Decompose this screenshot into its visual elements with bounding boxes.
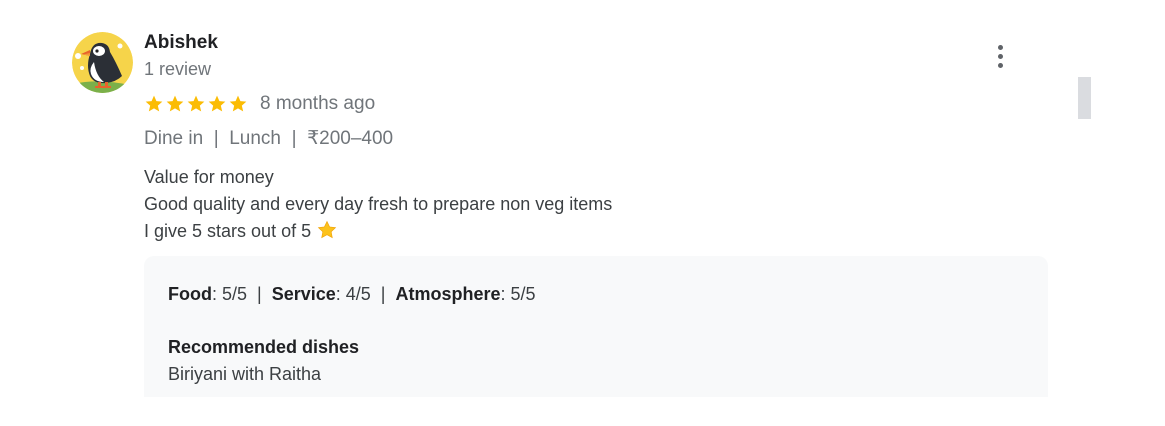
review-details-panel: Food: 5/5 | Service: 4/5 | Atmosphere: 5… <box>144 256 1048 397</box>
service-type: Dine in <box>144 128 204 149</box>
star-icon <box>145 95 163 112</box>
visit-meta: Dine in | Lunch | ₹200–400 <box>144 128 393 150</box>
puffin-avatar-icon <box>72 32 133 93</box>
review-date: 8 months ago <box>260 93 376 114</box>
food-label: Food <box>168 284 212 304</box>
star-emoji-icon <box>317 220 337 239</box>
food-value: : 5/5 <box>211 284 248 304</box>
atmosphere-value: : 5/5 <box>500 284 536 304</box>
service-label: Service <box>271 284 336 304</box>
atmosphere-label: Atmosphere <box>395 284 501 304</box>
author-name[interactable]: Abishek <box>144 32 218 54</box>
more-vert-icon-dot <box>997 53 1003 59</box>
review-count[interactable]: 1 review <box>144 58 211 80</box>
price-range: ₹200–400 <box>307 128 394 149</box>
sub-ratings: Food: 5/5 | Service: 4/5 | Atmosphere: 5… <box>168 283 536 305</box>
more-vert-icon-dot <box>997 62 1003 68</box>
service-value: : 4/5 <box>335 284 371 304</box>
more-vert-icon-dot <box>997 44 1003 50</box>
star-icon <box>166 95 184 112</box>
star-icon <box>229 95 247 112</box>
review-text: Value for money Good quality and every d… <box>144 164 612 245</box>
review-card: Abishek 1 review 8 months ago Dine in | … <box>0 0 1165 426</box>
sub-rating-separator: | <box>370 284 396 304</box>
star-rating <box>144 94 248 114</box>
review-text-line: Good quality and every day fresh to prep… <box>144 194 613 214</box>
review-text-line-content: I give 5 stars out of 5 <box>144 221 312 241</box>
scrollbar-thumb[interactable] <box>1078 77 1091 119</box>
review-text-line: Value for money <box>144 167 274 187</box>
sub-rating-separator: | <box>247 284 272 304</box>
recommended-dishes-value: Biriyani with Raitha <box>168 364 322 384</box>
meal-type: Lunch <box>229 128 281 149</box>
meta-separator: | <box>213 128 219 149</box>
avatar[interactable] <box>72 32 133 93</box>
star-icon <box>187 95 205 112</box>
star-icon <box>208 95 226 112</box>
more-options-button[interactable] <box>986 40 1014 72</box>
review-text-line: I give 5 stars out of 5 <box>144 218 612 245</box>
meta-separator: | <box>291 128 297 149</box>
rating-row: 8 months ago <box>144 92 375 116</box>
recommended-dishes-heading: Recommended dishes <box>168 337 360 357</box>
